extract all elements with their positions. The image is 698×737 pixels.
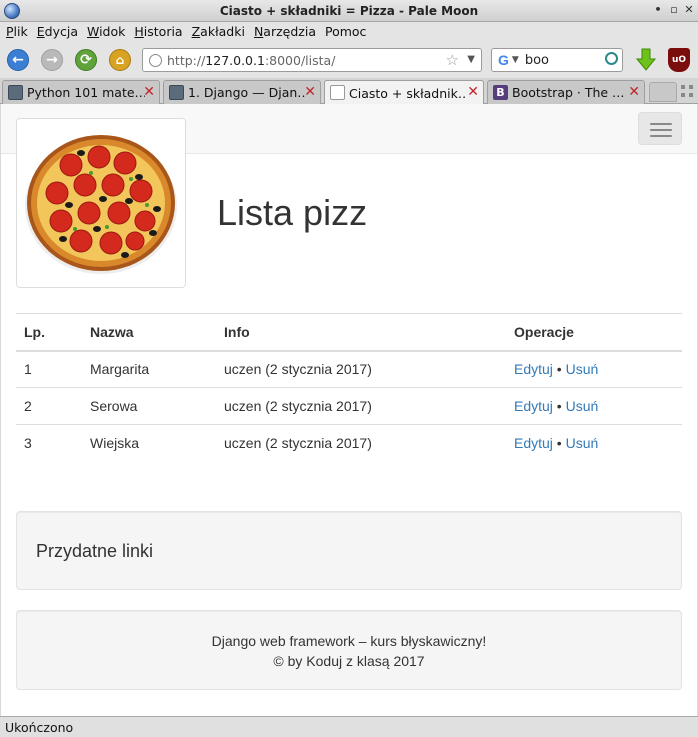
pizza-thumbnail	[16, 118, 186, 288]
cell-operations: Edytuj • Usuń	[506, 424, 682, 462]
delete-link[interactable]: Usuń	[566, 398, 599, 414]
tab-django-docs[interactable]: 1. Django — Djan… ✕	[163, 80, 321, 104]
cell-info: uczen (2 stycznia 2017)	[216, 387, 506, 425]
bookmark-star-icon[interactable]: ☆	[446, 51, 459, 69]
useful-links-panel: Przydatne linki	[16, 511, 682, 590]
url-scheme: http://	[167, 52, 206, 68]
page-icon	[330, 85, 345, 100]
pizza-image	[25, 135, 177, 274]
window-title: Ciasto + składniki = Pizza - Pale Moon	[219, 3, 479, 18]
edit-link[interactable]: Edytuj	[514, 435, 553, 451]
new-tab-button[interactable]	[649, 82, 677, 102]
cell-lp: 1	[16, 350, 82, 388]
edit-link[interactable]: Edytuj	[514, 398, 553, 414]
table-row: 2 Serowa uczen (2 stycznia 2017) Edytuj …	[16, 387, 682, 425]
home-button[interactable]: ⌂	[109, 49, 131, 71]
menu-toggle-button[interactable]	[638, 112, 682, 145]
arrow-left-icon: ←	[12, 52, 24, 68]
minimize-icon[interactable]: •	[652, 4, 664, 16]
status-bar: Ukończono	[0, 716, 698, 737]
hamburger-line	[650, 123, 672, 125]
menu-historia[interactable]: Historia	[134, 24, 182, 39]
home-icon: ⌂	[115, 53, 125, 67]
hamburger-line	[650, 129, 672, 131]
close-window-icon[interactable]: ✕	[683, 4, 695, 16]
cell-lp: 2	[16, 387, 82, 425]
cell-info: uczen (2 stycznia 2017)	[216, 424, 506, 462]
url-bar[interactable]: http://127.0.0.1:8000/lista/ ☆ ▼	[142, 48, 482, 72]
menu-bar: Plik Edycja Widok Historia Zakładki Narz…	[0, 22, 698, 41]
tab-close-icon[interactable]: ✕	[143, 85, 155, 99]
cell-lp: 3	[16, 424, 82, 462]
title-bar: Ciasto + składniki = Pizza - Pale Moon •…	[0, 0, 698, 22]
search-input[interactable]: boo	[525, 53, 549, 68]
tab-close-icon[interactable]: ✕	[628, 85, 640, 99]
url-dropdown-icon[interactable]: ▼	[467, 54, 475, 65]
ublock-origin-icon[interactable]: uO	[668, 48, 690, 72]
tab-bootstrap[interactable]: B Bootstrap · The … ✕	[487, 80, 645, 104]
url-host: 127.0.0.1	[205, 52, 265, 68]
cell-info: uczen (2 stycznia 2017)	[216, 350, 506, 388]
search-box[interactable]: G ▼ boo	[491, 48, 623, 72]
bootstrap-icon: B	[493, 85, 508, 100]
footer-panel: Django web framework – kurs błyskawiczny…	[16, 610, 682, 690]
download-arrow-icon[interactable]	[636, 48, 656, 72]
cell-operations: Edytuj • Usuń	[506, 387, 682, 425]
footer-line-copyright: © by Koduj z klasą 2017	[273, 653, 425, 669]
delete-link[interactable]: Usuń	[566, 361, 599, 377]
menu-widok[interactable]: Widok	[87, 24, 125, 39]
menu-narzedzia[interactable]: Narzędzia	[254, 24, 316, 39]
tab-groups-icon[interactable]	[681, 85, 693, 97]
table-row: 1 Margarita uczen (2 stycznia 2017) Edyt…	[16, 350, 682, 388]
cell-name: Wiejska	[82, 424, 216, 462]
search-icon[interactable]	[605, 52, 618, 65]
status-text: Ukończono	[5, 719, 74, 735]
separator-bullet: •	[552, 361, 566, 378]
google-icon[interactable]: G	[498, 52, 509, 68]
reload-button[interactable]: ⟳	[75, 49, 97, 71]
tab-close-icon[interactable]: ✕	[304, 85, 316, 99]
table-header-row: Lp. Nazwa Info Operacje	[16, 313, 682, 352]
tab-ciasto-skladniki[interactable]: Ciasto + składnik… ✕	[324, 80, 484, 105]
menu-edycja[interactable]: Edycja	[37, 24, 78, 39]
delete-link[interactable]: Usuń	[566, 435, 599, 451]
doc-book-icon	[169, 85, 184, 100]
pale-moon-icon	[4, 3, 20, 19]
useful-links-heading: Przydatne linki	[36, 541, 154, 561]
separator-bullet: •	[552, 398, 566, 414]
hamburger-line	[650, 135, 672, 137]
edit-link[interactable]: Edytuj	[514, 361, 553, 377]
forward-button[interactable]: →	[41, 49, 63, 71]
pizza-table: Lp. Nazwa Info Operacje 1 Margarita ucze…	[16, 313, 682, 462]
cell-operations: Edytuj • Usuń	[506, 350, 682, 388]
page-content: Lista pizz Lp. Nazwa Info Operacje 1 Mar…	[1, 104, 697, 716]
cell-name: Margarita	[82, 350, 216, 388]
column-header-lp: Lp.	[16, 313, 82, 352]
navigation-toolbar: ← → ⟳ ⌂ http://127.0.0.1:8000/lista/ ☆ ▼…	[0, 41, 698, 78]
column-header-nazwa: Nazwa	[82, 313, 216, 352]
separator-bullet: •	[552, 435, 566, 452]
menu-plik[interactable]: Plik	[6, 24, 28, 39]
globe-icon	[149, 54, 162, 67]
cell-name: Serowa	[82, 387, 216, 425]
reload-icon: ⟳	[80, 52, 92, 68]
tab-python-101[interactable]: Python 101 mate… ✕	[2, 80, 160, 104]
url-path: :8000/lista/	[264, 52, 336, 68]
tab-close-icon[interactable]: ✕	[467, 85, 479, 99]
table-row: 3 Wiejska uczen (2 stycznia 2017) Edytuj…	[16, 424, 682, 462]
column-header-operacje: Operacje	[506, 313, 682, 352]
arrow-right-icon: →	[46, 52, 58, 68]
tab-strip: Python 101 mate… ✕ 1. Django — Djan… ✕ C…	[0, 78, 698, 105]
maximize-icon[interactable]: ▫	[668, 4, 680, 16]
menu-pomoc[interactable]: Pomoc	[325, 24, 366, 39]
menu-zakladki[interactable]: Zakładki	[192, 24, 245, 39]
page-title: Lista pizz	[217, 192, 368, 233]
column-header-info: Info	[216, 313, 506, 352]
footer-line-course: Django web framework – kurs błyskawiczny…	[211, 633, 487, 649]
back-button[interactable]: ←	[7, 49, 29, 71]
doc-book-icon	[8, 85, 23, 100]
search-engine-dropdown-icon[interactable]: ▼	[512, 55, 519, 65]
